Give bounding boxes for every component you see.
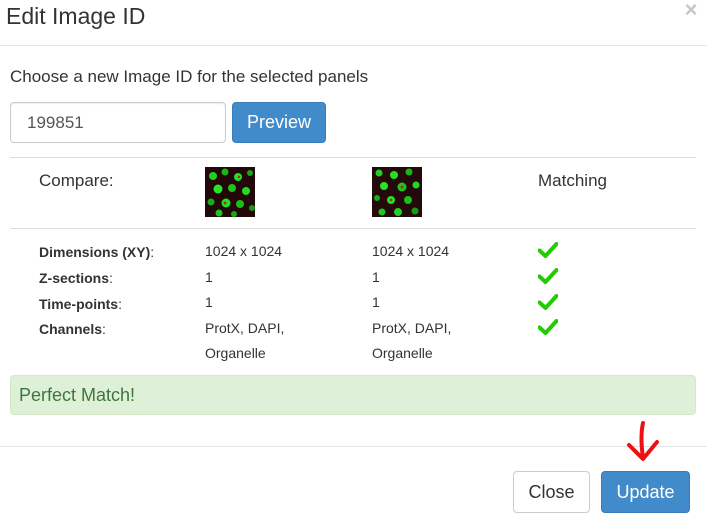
footer-divider [0,446,707,447]
checkmark-icon [538,319,558,335]
dialog-prompt: Choose a new Image ID for the selected p… [10,67,369,86]
dialog-title: Edit Image ID [6,3,146,29]
time-points-current: 1 [205,294,213,310]
z-sections-current: 1 [205,269,213,285]
preview-button[interactable]: Preview [232,102,326,143]
checkmark-icon [538,242,558,258]
close-icon[interactable]: × [681,0,701,22]
new-image-thumbnail [372,167,422,217]
channels-new-line1: ProtX, DAPI, [372,320,452,336]
divider-top [10,157,696,158]
z-sections-label: Z-sections: [39,270,113,286]
edit-image-id-dialog: Edit Image ID × Choose a new Image ID fo… [0,0,707,528]
z-sections-new: 1 [372,269,380,285]
channels-current-line1: ProtX, DAPI, [205,320,285,336]
dimensions-current: 1024 x 1024 [205,243,283,259]
checkmark-icon [538,294,558,310]
dimensions-label: Dimensions (XY): [39,244,155,260]
dialog-header: Edit Image ID × [0,0,707,46]
image-id-input[interactable] [10,102,226,143]
compare-label: Compare: [39,171,114,190]
arrow-down-icon [627,421,659,461]
channels-label: Channels: [39,321,106,337]
checkmark-icon [538,268,558,284]
current-image-thumbnail [205,167,255,217]
channels-new-line2: Organelle [372,345,433,361]
matching-label: Matching [538,171,607,190]
match-status-alert: Perfect Match! [10,375,696,415]
update-button[interactable]: Update [601,471,690,513]
dimensions-new: 1024 x 1024 [372,243,450,259]
channels-current-line2: Organelle [205,345,266,361]
divider-compare [10,228,696,229]
time-points-new: 1 [372,294,380,310]
close-button[interactable]: Close [513,471,590,513]
time-points-label: Time-points: [39,296,122,312]
